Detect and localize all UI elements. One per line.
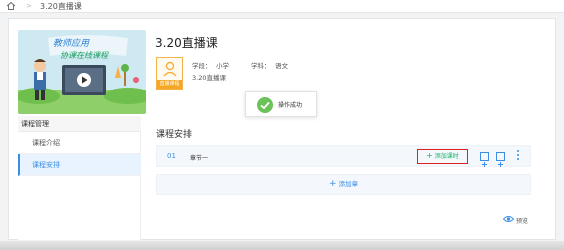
add-lesson-label: 添加课时 [434, 153, 459, 160]
course-card: 教师应用 协课在线课程 3.20直播课 直播课程 学段： 小学 学科： 语文 3… [8, 18, 556, 240]
preview-link[interactable]: 预览 [516, 216, 528, 225]
svg-text:协课在线课程: 协课在线课程 [60, 51, 109, 60]
chapter-number: 01 [167, 152, 176, 160]
chapter-name: 章节一 [190, 155, 209, 162]
user-icon [163, 61, 177, 77]
course-name-line: 3.20直播课 [192, 74, 226, 82]
breadcrumb-separator: > [26, 2, 32, 10]
success-toast: 操作成功 [245, 91, 317, 117]
breadcrumb-current: 3.20直播课 [40, 2, 82, 11]
course-type-label: 直播课程 [157, 80, 182, 89]
breadcrumb-bar: > 3.20直播课 [0, 0, 564, 13]
expand-icon[interactable] [480, 152, 489, 167]
home-icon[interactable] [6, 1, 16, 11]
course-management-sidebar: 课程管理 课程介绍 课程安排 [18, 116, 141, 240]
course-cover-image[interactable]: 教师应用 协课在线课程 [18, 30, 146, 114]
sidebar-header: 课程管理 [18, 116, 141, 132]
check-icon [257, 97, 273, 113]
course-type-avatar: 直播课程 [156, 57, 183, 90]
schedule-title: 课程安排 [156, 130, 193, 140]
course-title: 3.20直播课 [155, 36, 218, 50]
stage-value: 小学 [216, 62, 229, 70]
chapter-row: 01 章节一 + 添加课时 [156, 145, 531, 167]
svg-text:教师应用: 教师应用 [53, 38, 90, 49]
eye-icon[interactable] [503, 215, 514, 223]
add-lesson-button[interactable]: + 添加课时 [417, 149, 468, 164]
sidebar-item-intro[interactable]: 课程介绍 [18, 132, 141, 154]
toast-message: 操作成功 [278, 102, 303, 109]
sidebar-item-schedule[interactable]: 课程安排 [18, 154, 141, 176]
plus-icon: + [328, 179, 337, 189]
add-chapter-label: 添加章 [338, 180, 359, 188]
subject-label: 学科： [251, 62, 271, 70]
page-bottom-shadow [0, 241, 564, 250]
subject-value: 语文 [275, 62, 288, 70]
more-options-icon[interactable] [516, 150, 520, 162]
stage-label: 学段： [192, 62, 212, 70]
add-chapter-button[interactable]: + 添加章 [156, 174, 531, 195]
collapse-icon[interactable] [496, 152, 505, 167]
plus-icon: + [426, 151, 433, 160]
